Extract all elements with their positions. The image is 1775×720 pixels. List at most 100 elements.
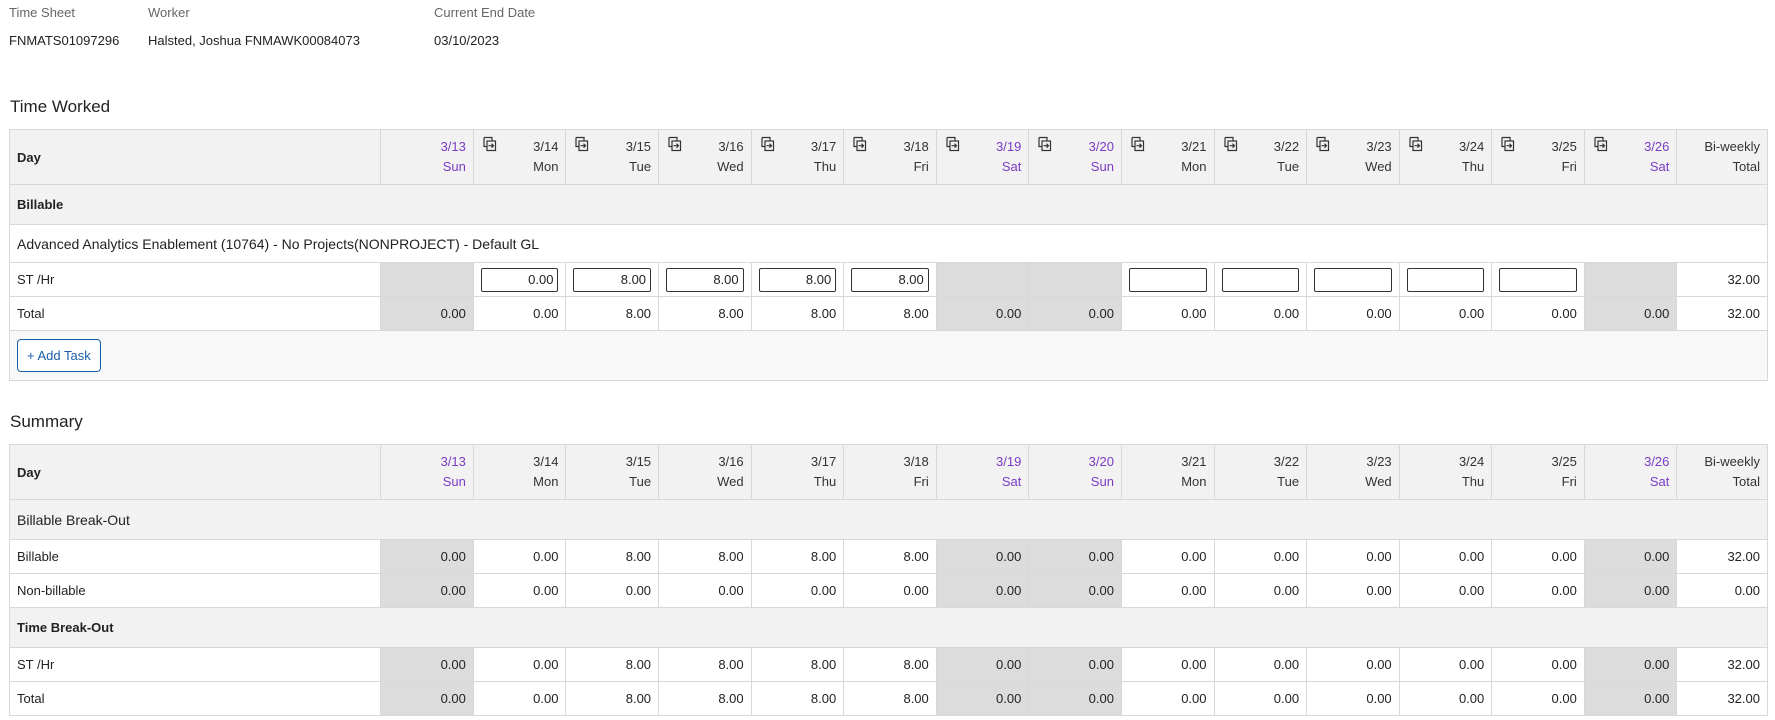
day-header-weekday: Fri xyxy=(913,159,929,174)
cell-value: 8.00 xyxy=(565,647,660,682)
total-header-line2: Total xyxy=(1732,474,1760,489)
day-header-weekday: Wed xyxy=(1365,474,1392,489)
cell-value: 0.00 xyxy=(565,573,660,608)
cell-value: 0.00 xyxy=(1398,647,1493,682)
day-header-13: 3/26 Sat xyxy=(1583,444,1678,500)
cell-value: 0.00 xyxy=(472,539,567,574)
day-header-date: 3/17 xyxy=(810,454,837,469)
day-header-row: Day 3/13 Sun 3/14 Mon 3/15 Tue 3/16 Wed 3/17 Thu 3/… xyxy=(8,444,1768,500)
day-header-weekday: Tue xyxy=(629,159,652,174)
copy-forward-icon[interactable] xyxy=(1129,136,1145,152)
cell-value: 0.00 xyxy=(472,296,567,331)
copy-forward-icon[interactable] xyxy=(573,136,589,152)
cell-value: 0.00 xyxy=(1491,573,1585,608)
day-header-0: 3/13 Sun xyxy=(380,129,474,185)
day-header-5: 3/18 Fri xyxy=(843,129,937,185)
day-header-weekday: Thu xyxy=(1461,159,1485,174)
summary-section-1: Time Break-Out xyxy=(9,607,1768,648)
copy-forward-icon[interactable] xyxy=(666,136,682,152)
cell-value: 0.00 xyxy=(1120,681,1215,716)
billable-group-row: Billable xyxy=(9,184,1768,225)
hours-cell xyxy=(1213,262,1308,297)
hours-cell xyxy=(658,262,752,297)
hours-input-3/24[interactable] xyxy=(1406,267,1485,292)
day-header-weekday: Tue xyxy=(1277,159,1300,174)
add-task-button[interactable]: + Add Task xyxy=(17,339,101,372)
task-row: Advanced Analytics Enablement (10764) - … xyxy=(9,224,1768,263)
disabled-hours-cell xyxy=(1583,262,1678,297)
row-total: 32.00 xyxy=(1676,296,1768,331)
hours-input-3/15[interactable] xyxy=(573,267,652,292)
cell-value: 8.00 xyxy=(750,296,845,331)
worker-label: Worker xyxy=(148,5,190,20)
hours-input-3/16[interactable] xyxy=(666,267,744,292)
copy-forward-icon[interactable] xyxy=(1592,136,1608,152)
disabled-hours-cell xyxy=(380,262,474,297)
cell-value: 8.00 xyxy=(658,296,752,331)
copy-forward-icon[interactable] xyxy=(851,136,867,152)
hours-input-3/17[interactable] xyxy=(758,267,837,292)
day-header-weekday: Mon xyxy=(533,159,559,174)
copy-forward-icon[interactable] xyxy=(481,136,497,152)
hours-cell xyxy=(472,262,567,297)
row-total: 32.00 xyxy=(1676,647,1768,682)
day-header-date: 3/13 xyxy=(440,139,466,154)
row-label: Billable xyxy=(8,539,382,574)
time-worked-title: Time Worked xyxy=(10,97,111,116)
copy-forward-icon[interactable] xyxy=(1036,136,1052,152)
day-header-date: 3/14 xyxy=(533,454,559,469)
day-header-2: 3/15 Tue xyxy=(565,444,660,500)
day-header-13: 3/26 Sat xyxy=(1583,129,1678,185)
day-header-weekday: Mon xyxy=(533,474,559,489)
timesheet-label: Time Sheet xyxy=(9,5,75,20)
day-header-weekday: Sun xyxy=(1090,159,1114,174)
day-header-date: 3/18 xyxy=(903,454,929,469)
hours-input-3/25[interactable] xyxy=(1499,267,1577,292)
cell-value: 0.00 xyxy=(1583,647,1678,682)
copy-forward-icon[interactable] xyxy=(944,136,960,152)
cell-value: 8.00 xyxy=(843,681,937,716)
cell-value: 8.00 xyxy=(750,681,845,716)
copy-forward-icon[interactable] xyxy=(1499,136,1515,152)
day-header-3: 3/16 Wed xyxy=(658,444,752,500)
cell-value: 0.00 xyxy=(1213,681,1308,716)
cell-value: 0.00 xyxy=(472,573,567,608)
hours-input-3/22[interactable] xyxy=(1221,267,1300,292)
row-total: 32.00 xyxy=(1676,539,1768,574)
total-column-header: Bi-weekly Total xyxy=(1676,444,1768,500)
cell-value: 0.00 xyxy=(1120,296,1215,331)
hours-input-3/14[interactable] xyxy=(480,267,559,292)
cell-value: 0.00 xyxy=(380,573,474,608)
add-task-row: + Add Task xyxy=(9,330,1768,381)
row-label: Non-billable xyxy=(8,573,382,608)
copy-forward-icon[interactable] xyxy=(1314,136,1330,152)
hours-input-3/23[interactable] xyxy=(1314,267,1392,292)
cell-value: 0.00 xyxy=(1491,681,1585,716)
day-header-weekday: Sun xyxy=(442,159,466,174)
day-header-weekday: Sat xyxy=(1001,159,1022,174)
summary-section-0-label: Billable Break-Out xyxy=(9,499,1768,540)
day-header-weekday: Mon xyxy=(1181,474,1207,489)
row-total: 32.00 xyxy=(1676,262,1768,297)
cell-value: 0.00 xyxy=(1028,296,1122,331)
cell-value: 8.00 xyxy=(843,296,937,331)
end-date-label: Current End Date xyxy=(434,5,536,20)
hours-input-3/21[interactable] xyxy=(1128,267,1207,292)
total-header-line1: Bi-weekly xyxy=(1704,139,1760,154)
hours-cell xyxy=(1398,262,1493,297)
copy-forward-icon[interactable] xyxy=(1222,136,1238,152)
row-total: 32.00 xyxy=(1676,681,1768,716)
day-header-date: 3/15 xyxy=(625,454,652,469)
cell-value: 0.00 xyxy=(935,539,1030,574)
day-header-date: 3/22 xyxy=(1273,454,1300,469)
summary-title: Summary xyxy=(10,412,83,431)
hours-input-3/18[interactable] xyxy=(851,267,929,292)
hours-cell xyxy=(750,262,845,297)
day-header-5: 3/18 Fri xyxy=(843,444,937,500)
day-header-date: 3/16 xyxy=(718,454,744,469)
day-header-8: 3/21 Mon xyxy=(1120,444,1215,500)
copy-forward-icon[interactable] xyxy=(1407,136,1423,152)
copy-forward-icon[interactable] xyxy=(759,136,775,152)
day-header-weekday: Fri xyxy=(1561,474,1577,489)
day-header-1: 3/14 Mon xyxy=(472,444,567,500)
